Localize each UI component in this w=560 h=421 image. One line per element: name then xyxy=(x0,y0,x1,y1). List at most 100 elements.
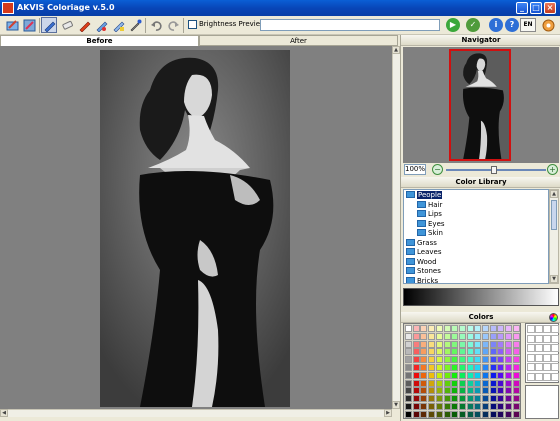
palette-color-cell[interactable] xyxy=(428,348,436,356)
recent-color-cell[interactable] xyxy=(527,325,535,333)
palette-color-cell[interactable] xyxy=(428,387,436,395)
settings-icon[interactable] xyxy=(540,17,556,33)
palette-color-cell[interactable] xyxy=(466,410,474,418)
recent-color-cell[interactable] xyxy=(543,344,551,352)
palette-color-cell[interactable] xyxy=(482,340,489,348)
palette-color-cell[interactable] xyxy=(428,403,436,410)
color-library-item[interactable]: Bricks xyxy=(406,276,438,283)
palette-color-cell[interactable] xyxy=(489,371,497,379)
photo-image[interactable] xyxy=(100,50,290,407)
color-library-scrollbar[interactable]: ▲ ▼ xyxy=(549,189,559,284)
color-library-item[interactable]: Grass xyxy=(406,238,437,248)
palette-color-cell[interactable] xyxy=(412,364,420,371)
recent-color-cell[interactable] xyxy=(535,325,543,333)
palette-color-cell[interactable] xyxy=(497,340,505,348)
palette-color-cell[interactable] xyxy=(435,371,443,379)
palette-color-cell[interactable] xyxy=(466,332,474,340)
recent-color-cell[interactable] xyxy=(527,334,535,343)
navigator-preview[interactable] xyxy=(403,47,559,163)
palette-color-cell[interactable] xyxy=(474,348,482,356)
recent-color-cell[interactable] xyxy=(543,363,551,371)
brightness-gradient-strip[interactable] xyxy=(403,288,559,306)
palette-color-cell[interactable] xyxy=(474,379,482,387)
palette-color-cell[interactable] xyxy=(412,371,420,379)
palette-color-cell[interactable] xyxy=(489,403,497,410)
scroll-up-icon[interactable]: ▲ xyxy=(392,46,400,54)
recent-color-cell[interactable] xyxy=(543,353,551,362)
palette-color-cell[interactable] xyxy=(474,325,482,332)
palette-color-cell[interactable] xyxy=(497,410,505,418)
palette-color-cell[interactable] xyxy=(405,332,412,340)
palette-color-cell[interactable] xyxy=(489,356,497,364)
palette-color-cell[interactable] xyxy=(435,410,443,418)
palette-color-cell[interactable] xyxy=(435,387,443,395)
color-library-item[interactable]: Hair xyxy=(417,200,442,210)
palette-color-cell[interactable] xyxy=(497,395,505,403)
color-library-tree[interactable]: People Hair Lips Eyes Skin Grass Leaves Wood Sto… xyxy=(403,189,549,284)
navigator-viewport-frame[interactable] xyxy=(449,49,511,161)
palette-color-cell[interactable] xyxy=(474,387,482,395)
palette-color-cell[interactable] xyxy=(489,332,497,340)
palette-color-cell[interactable] xyxy=(435,325,443,332)
palette-color-cell[interactable] xyxy=(435,356,443,364)
palette-color-cell[interactable] xyxy=(482,364,489,371)
brightness-preview-checkbox[interactable] xyxy=(188,20,197,29)
recent-color-cell[interactable] xyxy=(543,325,551,333)
palette-color-cell[interactable] xyxy=(512,387,520,395)
image-canvas[interactable] xyxy=(0,46,392,409)
palette-color-cell[interactable] xyxy=(482,403,489,410)
palette-color-cell[interactable] xyxy=(451,348,459,356)
palette-color-cell[interactable] xyxy=(466,403,474,410)
palette-color-cell[interactable] xyxy=(405,379,412,387)
palette-color-cell[interactable] xyxy=(474,403,482,410)
run-button[interactable]: ▶ xyxy=(446,18,460,32)
palette-color-cell[interactable] xyxy=(405,387,412,395)
palette-color-cell[interactable] xyxy=(451,387,459,395)
recent-colors-grid[interactable] xyxy=(525,323,559,383)
palette-color-cell[interactable] xyxy=(482,356,489,364)
palette-color-cell[interactable] xyxy=(435,403,443,410)
recent-color-cell[interactable] xyxy=(551,353,559,362)
color-library-item[interactable]: Stones xyxy=(406,267,441,276)
language-button[interactable]: EN xyxy=(520,18,536,32)
palette-color-cell[interactable] xyxy=(428,379,436,387)
palette-color-cell[interactable] xyxy=(451,364,459,371)
palette-color-cell[interactable] xyxy=(482,348,489,356)
palette-color-cell[interactable] xyxy=(405,410,412,418)
zoom-field[interactable]: 100% xyxy=(404,164,426,175)
palette-color-cell[interactable] xyxy=(512,325,520,332)
recent-color-cell[interactable] xyxy=(527,353,535,362)
color-palette[interactable] xyxy=(403,323,521,419)
palette-color-cell[interactable] xyxy=(428,364,436,371)
palette-color-cell[interactable] xyxy=(497,364,505,371)
recent-color-cell[interactable] xyxy=(551,334,559,343)
palette-color-cell[interactable] xyxy=(405,348,412,356)
vertical-scrollbar[interactable]: ▲ ▼ xyxy=(392,46,400,409)
palette-color-cell[interactable] xyxy=(505,340,513,348)
palette-color-cell[interactable] xyxy=(451,371,459,379)
palette-color-cell[interactable] xyxy=(489,395,497,403)
palette-color-cell[interactable] xyxy=(505,356,513,364)
palette-color-cell[interactable] xyxy=(512,410,520,418)
palette-color-cell[interactable] xyxy=(412,410,420,418)
eraser-icon[interactable] xyxy=(59,17,75,33)
close-button[interactable]: × xyxy=(544,2,556,14)
undo-icon[interactable] xyxy=(148,17,164,33)
palette-color-cell[interactable] xyxy=(428,410,436,418)
palette-color-cell[interactable] xyxy=(505,387,513,395)
palette-color-cell[interactable] xyxy=(474,340,482,348)
recent-color-cell[interactable] xyxy=(543,334,551,343)
palette-color-cell[interactable] xyxy=(428,340,436,348)
palette-color-cell[interactable] xyxy=(474,332,482,340)
palette-color-cell[interactable] xyxy=(505,364,513,371)
color-library-item[interactable]: Eyes xyxy=(417,219,445,229)
recent-color-cell[interactable] xyxy=(551,372,559,381)
palette-color-cell[interactable] xyxy=(405,371,412,379)
palette-color-cell[interactable] xyxy=(443,340,451,348)
palette-color-cell[interactable] xyxy=(458,325,466,332)
palette-color-cell[interactable] xyxy=(474,364,482,371)
palette-color-cell[interactable] xyxy=(512,348,520,356)
recent-color-cell[interactable] xyxy=(535,334,543,343)
palette-color-cell[interactable] xyxy=(482,371,489,379)
palette-color-cell[interactable] xyxy=(443,410,451,418)
